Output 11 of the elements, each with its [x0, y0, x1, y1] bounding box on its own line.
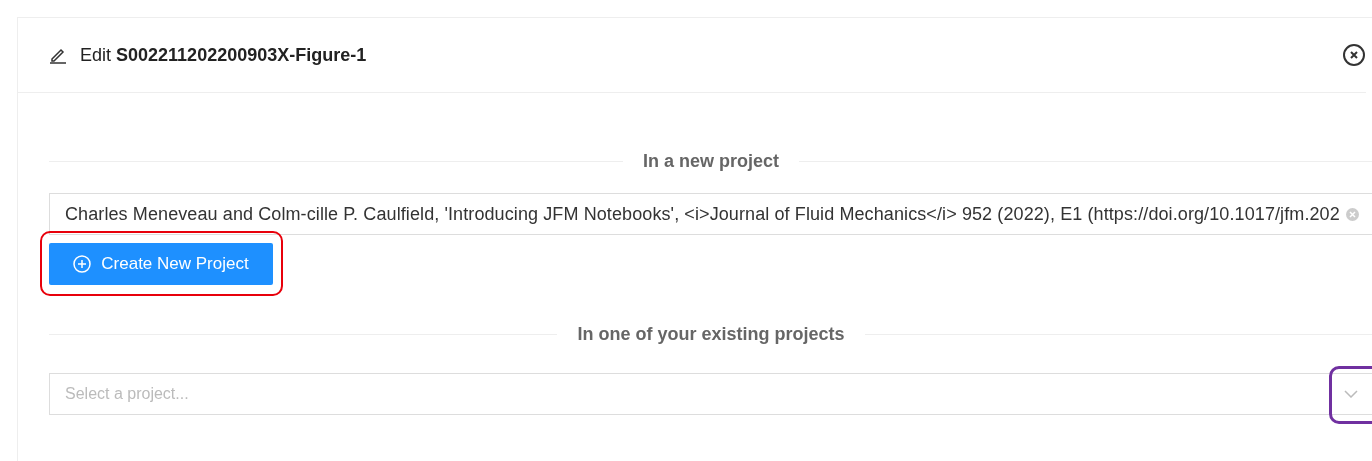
pencil-icon — [49, 46, 67, 64]
create-project-button[interactable]: Create New Project — [49, 243, 273, 285]
section-heading: In one of your existing projects — [577, 323, 845, 346]
citation-field[interactable]: Charles Meneveau and Colm-cille P. Caulfield, 'Introducing JFM Notebooks', <i>Journal of Fluid Mechanics</i> 952 (2022), E1 (https://doi.org/10.1017/jfm.202 — [49, 193, 1372, 235]
section-heading: In a new project — [643, 150, 779, 173]
chevron-down-icon — [1344, 390, 1358, 398]
close-button[interactable] — [1343, 44, 1365, 66]
project-select[interactable]: Select a project... — [49, 373, 1372, 415]
close-icon — [1349, 50, 1359, 60]
plus-circle-icon — [73, 255, 92, 273]
dialog-title: Edit S002211202200903X-Figure-1 — [80, 43, 367, 67]
